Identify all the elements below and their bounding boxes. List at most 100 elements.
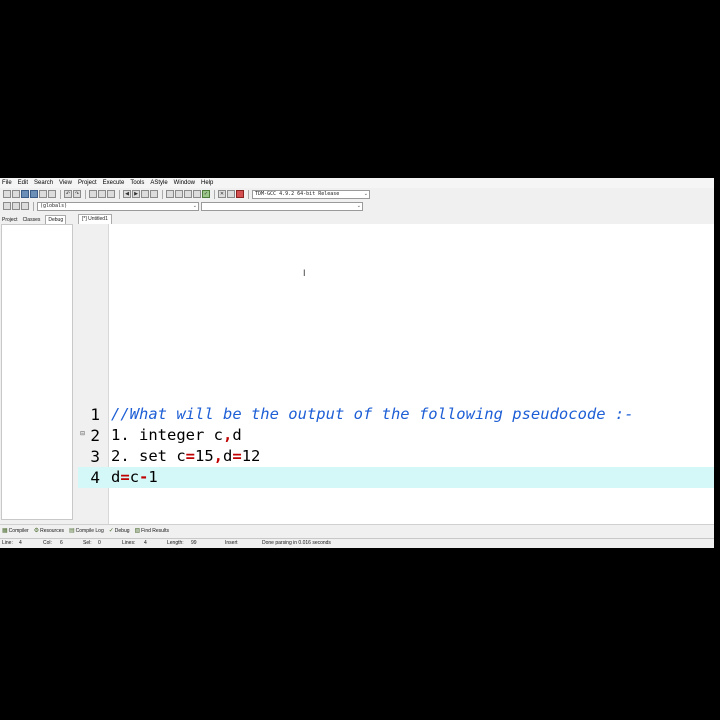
rebuild-icon[interactable] — [193, 190, 201, 198]
tab-project[interactable]: Project — [2, 216, 18, 224]
line-number: 1 — [90, 405, 100, 424]
nav-forward-icon[interactable]: ▶ — [132, 190, 140, 198]
tab-find-results[interactable]: ▧ Find Results — [134, 527, 169, 535]
scope-select[interactable]: (globals) ⌄ — [37, 201, 199, 211]
compile-icon[interactable] — [166, 190, 174, 198]
menu-file[interactable]: File — [2, 178, 12, 188]
status-message: Done parsing in 0.016 seconds — [262, 540, 331, 546]
menu-project[interactable]: Project — [78, 178, 97, 188]
line-number: 4 — [90, 468, 100, 487]
tab-label: Resources — [40, 527, 64, 534]
mouse-cursor-icon: I — [303, 268, 306, 278]
toolbar-separator — [60, 189, 61, 199]
profile-icon[interactable] — [236, 190, 244, 198]
tab-resources[interactable]: ⚙ Resources — [33, 527, 64, 535]
resources-icon: ⚙ — [33, 528, 40, 534]
status-col-value: 6 — [60, 540, 63, 546]
print-icon[interactable] — [48, 190, 56, 198]
bookmark-icon[interactable] — [141, 190, 149, 198]
tab-debug[interactable]: Debug — [45, 215, 67, 224]
code-line-4[interactable]: 4 d=c-1 — [78, 467, 714, 488]
code-line-2[interactable]: ⊟ 2 1. integer c,d — [78, 425, 714, 446]
status-sel-value: 0 — [98, 540, 101, 546]
menu-tools[interactable]: Tools — [130, 178, 144, 188]
status-length-label: Length: — [167, 540, 184, 546]
compiler-select-value: TDM-GCC 4.9.2 64-bit Release — [255, 190, 340, 197]
menu-view[interactable]: View — [59, 178, 72, 188]
status-lines-value: 4 — [144, 540, 147, 546]
compile-log-icon: ▤ — [68, 528, 75, 534]
status-line-value: 4 — [19, 540, 22, 546]
tab-label: Find Results — [141, 527, 169, 534]
tab-label: Compiler — [8, 527, 29, 534]
undo-icon[interactable]: ↶ — [64, 190, 72, 198]
editor-tab-untitled1[interactable]: [*] Untitled1 — [78, 214, 112, 224]
menu-edit[interactable]: Edit — [18, 178, 28, 188]
replace-icon[interactable] — [98, 190, 106, 198]
run-icon[interactable] — [175, 190, 183, 198]
toolbar-separator — [248, 189, 249, 199]
menu-window[interactable]: Window — [174, 178, 195, 188]
chevron-down-icon: ⌄ — [356, 202, 361, 209]
debug-icon[interactable] — [227, 190, 235, 198]
nav-back-icon[interactable]: ◀ — [123, 190, 131, 198]
tab-debug-output[interactable]: ✓ Debug — [108, 527, 130, 535]
project-panel: Project Classes Debug — [0, 214, 74, 524]
project-panel-tabs: Project Classes Debug — [0, 214, 74, 224]
find-results-icon: ▧ — [134, 528, 141, 534]
redo-icon[interactable]: ↷ — [73, 190, 81, 198]
status-line-label: Line: — [2, 540, 13, 546]
code-line-1[interactable]: 1 //What will be the output of the follo… — [78, 404, 714, 425]
stop-icon[interactable]: ✕ — [218, 190, 226, 198]
open-file-icon[interactable] — [12, 190, 20, 198]
close-file-icon[interactable] — [39, 190, 47, 198]
debug-check-icon: ✓ — [108, 528, 114, 534]
status-col-label: Col: — [43, 540, 52, 546]
insert-icon[interactable] — [3, 202, 11, 210]
code-text: 2. set c=15,d=12 — [111, 447, 261, 465]
tab-label: Compile Log — [75, 527, 104, 534]
check-syntax-icon[interactable]: ✓ — [202, 190, 210, 198]
save-icon[interactable] — [21, 190, 29, 198]
new-file-icon[interactable] — [3, 190, 11, 198]
indent-icon[interactable] — [21, 202, 29, 210]
tab-classes[interactable]: Classes — [23, 216, 41, 224]
code-text: 1. integer c,d — [111, 426, 242, 444]
toolbar-separator — [85, 189, 86, 199]
toggle-bookmark-icon[interactable] — [12, 202, 20, 210]
menu-search[interactable]: Search — [34, 178, 53, 188]
code-text: //What will be the output of the followi… — [111, 405, 634, 423]
toolbar-separator — [33, 201, 34, 211]
scope-select-value: (globals) — [40, 202, 68, 209]
code-line-3[interactable]: 3 2. set c=15,d=12 — [78, 446, 714, 467]
find-icon[interactable] — [89, 190, 97, 198]
goto-line-icon[interactable] — [150, 190, 158, 198]
find-next-icon[interactable] — [107, 190, 115, 198]
project-panel-body — [1, 224, 73, 520]
status-length-value: 99 — [191, 540, 197, 546]
tab-label: Debug — [114, 527, 130, 534]
compiler-select[interactable]: TDM-GCC 4.9.2 64-bit Release ⌄ — [252, 189, 370, 199]
menu-execute[interactable]: Execute — [103, 178, 125, 188]
compile-run-icon[interactable] — [184, 190, 192, 198]
code-text: d=c-1 — [111, 468, 158, 486]
chevron-down-icon: ⌄ — [363, 190, 368, 197]
menu-astyle[interactable]: AStyle — [150, 178, 167, 188]
save-all-icon[interactable] — [30, 190, 38, 198]
status-insert-mode: Insert — [225, 540, 238, 546]
menu-bar: File Edit Search View Project Execute To… — [0, 178, 714, 188]
line-number: 3 — [90, 447, 100, 466]
menu-help[interactable]: Help — [201, 178, 213, 188]
member-select[interactable]: ⌄ — [201, 201, 363, 211]
tab-compile-log[interactable]: ▤ Compile Log — [68, 527, 104, 535]
chevron-down-icon: ⌄ — [192, 202, 197, 209]
toolbar-separator — [162, 189, 163, 199]
toolbar-separator — [214, 189, 215, 199]
main-toolbar: ↶ ↷ ◀ ▶ ✓ ✕ TDM-GCC 4.9.2 64-bit Release… — [0, 188, 714, 200]
tab-compiler[interactable]: ▦ Compiler — [2, 527, 29, 535]
status-sel-label: Sel: — [83, 540, 92, 546]
code-editor[interactable]: 1 //What will be the output of the follo… — [78, 224, 714, 524]
line-number: 2 — [90, 426, 100, 445]
output-tabs: ▦ Compiler ⚙ Resources ▤ Compile Log ✓ Debug… — [0, 524, 714, 536]
status-lines-label: Lines: — [122, 540, 136, 546]
